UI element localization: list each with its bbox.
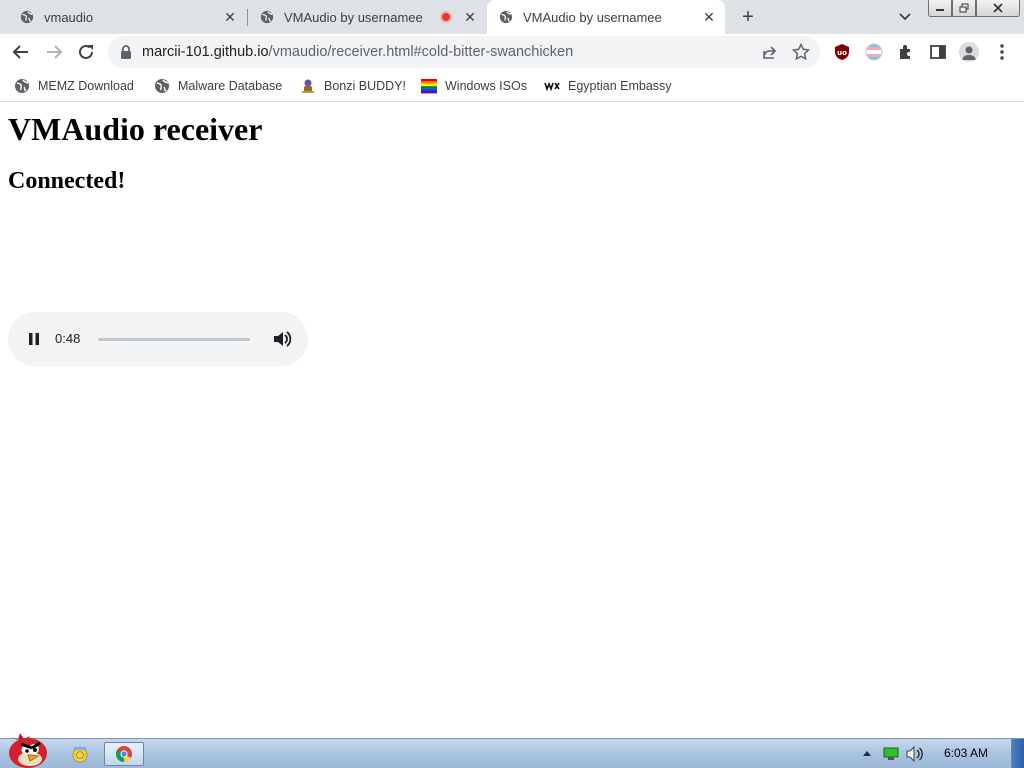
bookmark-label: Egyptian Embassy xyxy=(568,79,672,93)
tab-strip: vmaudio ✕ VMAudio by usernamee ✕ VMAudio… xyxy=(0,0,1024,34)
close-icon xyxy=(993,3,1003,13)
lock-icon[interactable] xyxy=(120,45,132,59)
bonzi-icon xyxy=(302,79,314,93)
audio-player: 0:48 xyxy=(8,312,308,366)
arrow-right-icon xyxy=(47,45,63,59)
tab-close-icon[interactable]: ✕ xyxy=(462,9,478,25)
tab-title: VMAudio by usernamee xyxy=(523,10,662,25)
url-path: /vmaudio/receiver.html#cold-bitter-swanc… xyxy=(268,44,574,60)
playback-time: 0:48 xyxy=(55,331,81,346)
side-panel-icon[interactable] xyxy=(929,43,947,61)
wix-icon xyxy=(544,81,560,92)
reload-button[interactable] xyxy=(74,40,98,64)
bookmark-bonzi-buddy[interactable]: Bonzi BUDDY! xyxy=(300,76,406,96)
globe-icon xyxy=(20,10,34,24)
connection-status: Connected! xyxy=(8,168,126,194)
bookmark-egyptian-embassy[interactable]: Egyptian Embassy xyxy=(544,76,672,96)
system-clock[interactable]: 6:03 AM xyxy=(944,746,988,760)
globe-icon xyxy=(155,79,169,93)
bookmark-label: Malware Database xyxy=(178,79,283,93)
explorer-folder-icon xyxy=(72,747,88,763)
bookmark-windows-isos[interactable]: Windows ISOs xyxy=(421,76,527,96)
browser-toolbar: marcii-101.github.io/vmaudio/receiver.ht… xyxy=(0,34,1024,70)
taskbar-explorer[interactable] xyxy=(60,742,100,766)
url-host: marcii-101.github.io xyxy=(142,44,269,60)
close-window-button[interactable] xyxy=(976,0,1020,17)
tab-title: VMAudio by usernamee xyxy=(284,10,423,25)
chrome-icon xyxy=(116,746,132,762)
minimize-icon xyxy=(936,9,944,11)
address-bar[interactable]: marcii-101.github.io/vmaudio/receiver.ht… xyxy=(108,36,820,68)
pause-icon[interactable] xyxy=(26,331,42,347)
tab-vmaudio-active[interactable]: VMAudio by usernamee ✕ xyxy=(487,0,725,34)
svg-text:uo: uo xyxy=(837,49,847,57)
page-content: VMAudio receiver Connected! 0:48 xyxy=(0,103,1024,738)
globe-icon xyxy=(260,10,274,24)
trans-flag-extension-icon[interactable] xyxy=(865,43,883,61)
extensions-puzzle-icon[interactable] xyxy=(897,43,915,61)
arrow-left-icon xyxy=(12,45,28,59)
bookmark-malware-database[interactable]: Malware Database xyxy=(154,76,282,96)
network-icon[interactable] xyxy=(883,747,899,761)
more-menu-icon[interactable] xyxy=(996,43,1008,61)
tab-vmaudio[interactable]: vmaudio ✕ xyxy=(8,0,246,34)
back-button[interactable] xyxy=(9,40,33,64)
show-desktop-button[interactable] xyxy=(1011,739,1024,768)
share-icon[interactable] xyxy=(762,44,778,60)
address-url[interactable]: marcii-101.github.io/vmaudio/receiver.ht… xyxy=(142,44,573,60)
volume-icon[interactable] xyxy=(272,330,292,348)
restore-icon xyxy=(959,3,969,13)
bookmark-label: Windows ISOs xyxy=(445,79,527,93)
windows-taskbar: 6:03 AM xyxy=(0,738,1024,768)
bookmark-star-icon[interactable] xyxy=(792,43,810,61)
tab-vmaudio-recording[interactable]: VMAudio by usernamee ✕ xyxy=(248,0,486,34)
tray-volume-icon[interactable] xyxy=(906,746,924,762)
page-title: VMAudio receiver xyxy=(8,111,263,147)
new-tab-button[interactable]: + xyxy=(738,7,758,27)
tab-title: vmaudio xyxy=(44,10,94,25)
profile-avatar[interactable] xyxy=(959,42,979,62)
forward-button[interactable] xyxy=(42,40,66,64)
globe-icon xyxy=(499,10,513,24)
seek-slider[interactable] xyxy=(98,338,250,341)
rainbow-flag-icon xyxy=(421,79,437,94)
person-icon xyxy=(962,46,976,60)
taskbar-chrome[interactable] xyxy=(104,742,144,766)
start-button-bird-icon[interactable] xyxy=(4,729,50,768)
tray-expand-icon[interactable] xyxy=(862,749,872,757)
ublock-origin-icon[interactable]: uo xyxy=(833,43,851,61)
tab-search-chevron-icon[interactable] xyxy=(896,9,914,25)
bookmark-memz-download[interactable]: MEMZ Download xyxy=(14,76,134,96)
globe-icon xyxy=(15,79,29,93)
bookmark-label: Bonzi BUDDY! xyxy=(324,79,406,93)
tab-close-icon[interactable]: ✕ xyxy=(222,9,238,25)
bookmark-label: MEMZ Download xyxy=(38,79,134,93)
bookmarks-bar: MEMZ Download Malware Database Bonzi BUD… xyxy=(0,70,1024,102)
restore-button[interactable] xyxy=(952,0,976,17)
reload-icon xyxy=(79,44,93,59)
tab-close-icon[interactable]: ✕ xyxy=(701,9,717,25)
minimize-button[interactable] xyxy=(928,0,952,17)
recording-indicator-icon xyxy=(440,11,452,23)
